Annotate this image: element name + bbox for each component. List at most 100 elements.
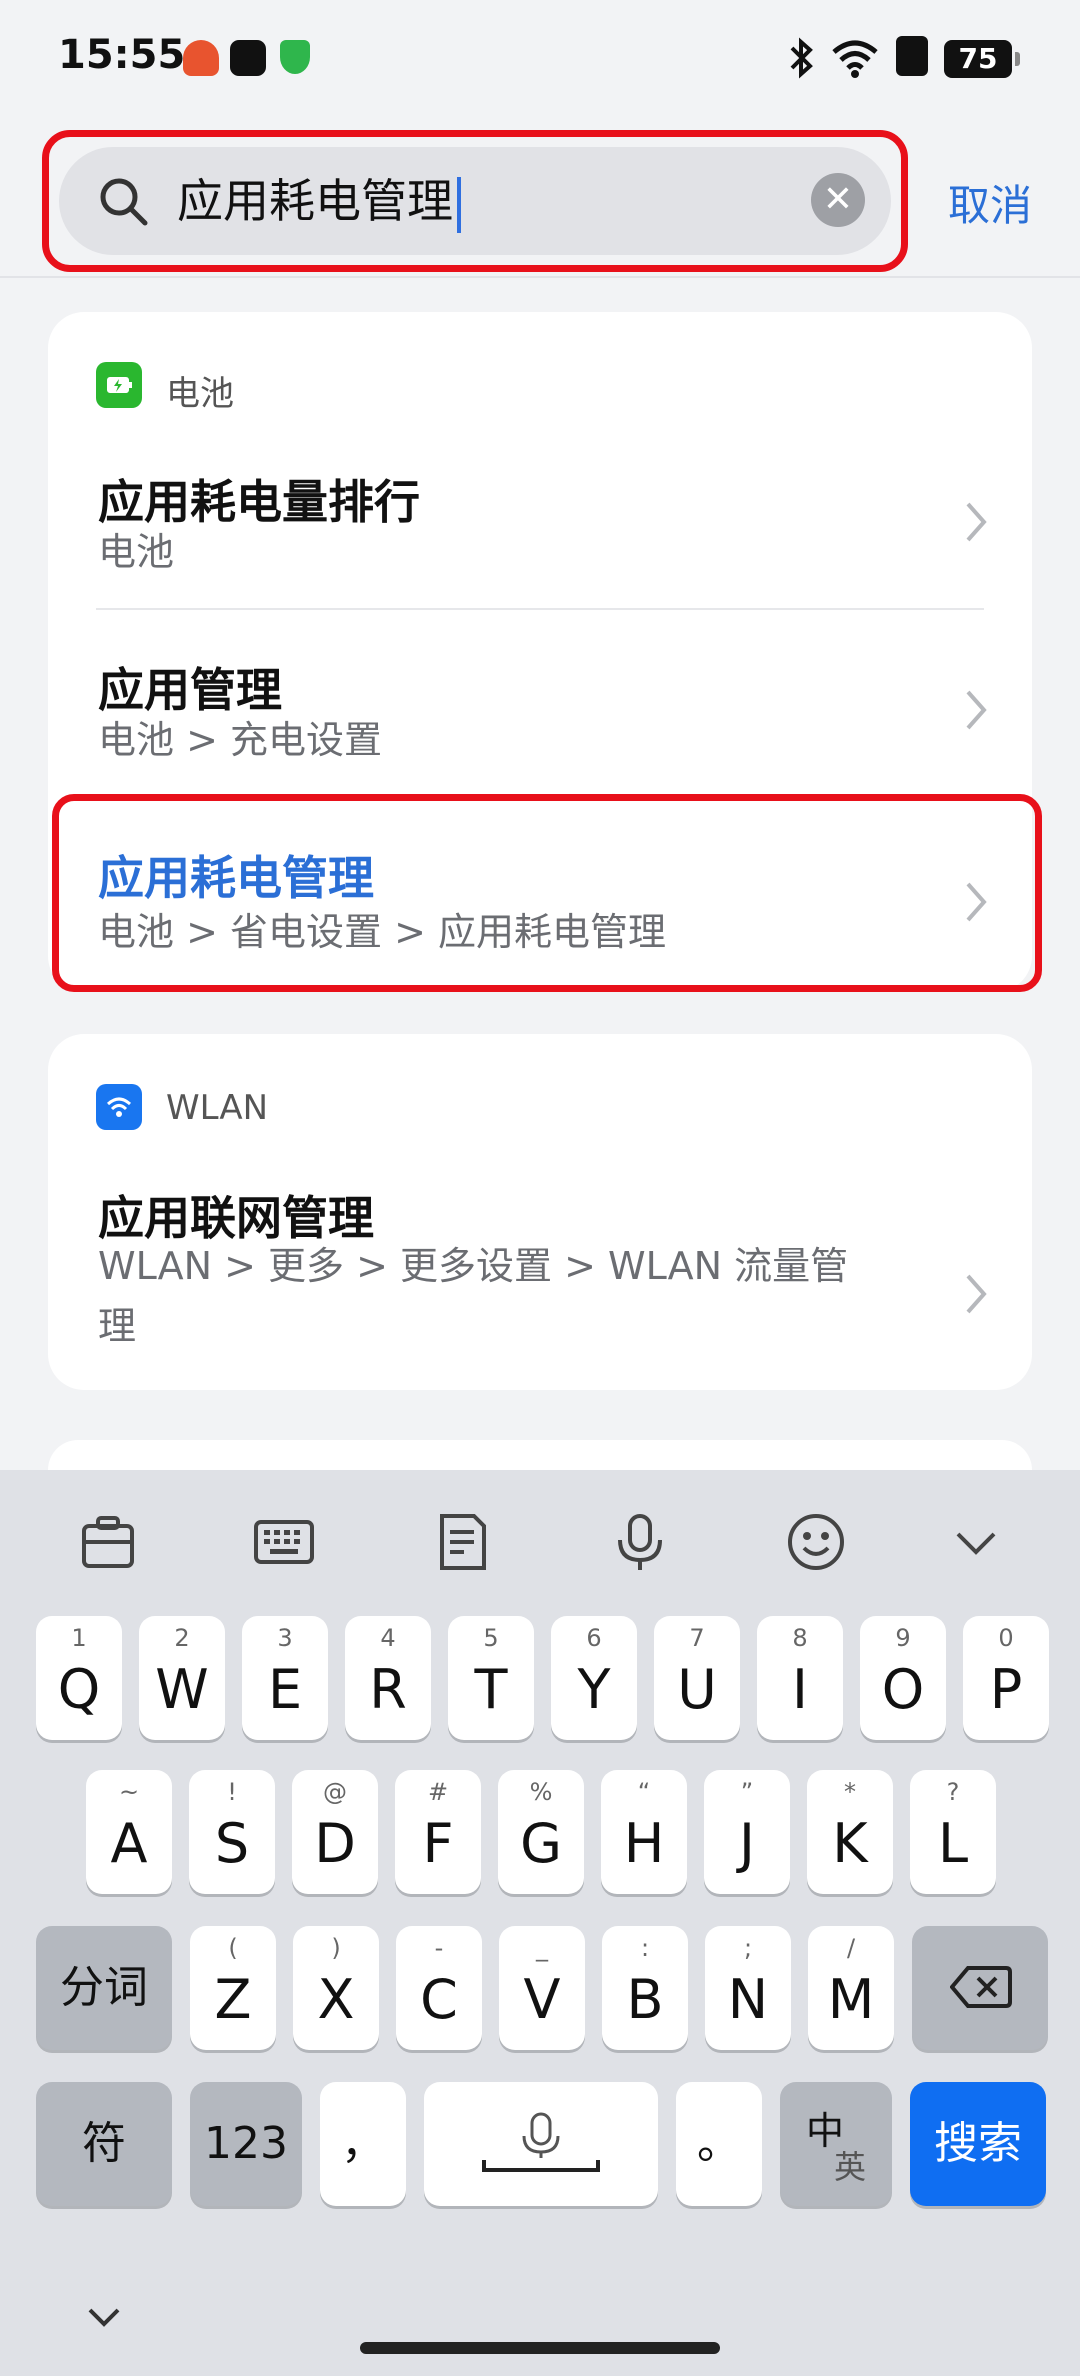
key-hint: ( (228, 1934, 238, 1962)
result-path: 电池 > 充电设置 (98, 718, 382, 762)
key-label: M (827, 1968, 875, 2031)
key-r[interactable]: 4R (345, 1616, 431, 1740)
key-label: J (739, 1812, 755, 1875)
search-icon (100, 178, 148, 226)
key-j[interactable]: ” J (704, 1770, 790, 1894)
search-query[interactable]: 应用耗电管理 (177, 169, 461, 233)
search-key[interactable]: 搜索 (910, 2082, 1046, 2206)
key-f[interactable]: # F (395, 1770, 481, 1894)
key-q[interactable]: 1Q (36, 1616, 122, 1740)
key-label: E (267, 1658, 303, 1721)
key-hint: ) (331, 1934, 341, 1962)
key-n[interactable]: ; N (705, 1926, 791, 2050)
keyboard-icon[interactable] (252, 1510, 316, 1574)
key-i[interactable]: 8I (757, 1616, 843, 1740)
search-input[interactable]: 应用耗电管理 ✕ (59, 147, 891, 255)
chevron-right-icon (966, 690, 987, 730)
tiktok-notification-icon (230, 40, 266, 76)
language-en-label: 英 (834, 2148, 867, 2186)
key-label: A (110, 1812, 148, 1875)
wifi-icon (832, 40, 878, 78)
key-hint: 4 (380, 1624, 396, 1652)
result-item[interactable]: 应用管理 电池 > 充电设置 (48, 630, 1032, 780)
home-indicator[interactable] (360, 2342, 720, 2354)
hide-keyboard-chevron-icon[interactable] (84, 2302, 124, 2332)
key-hint: 3 (277, 1624, 293, 1652)
status-time: 15:55 (58, 32, 186, 78)
key-o[interactable]: 9O (860, 1616, 946, 1740)
key-x[interactable]: ) X (293, 1926, 379, 2050)
comma-key-label: ， (341, 2118, 385, 2169)
key-z[interactable]: (Z (190, 1926, 276, 2050)
key-m[interactable]: / M (808, 1926, 894, 2050)
key-e[interactable]: 3E (242, 1616, 328, 1740)
document-icon[interactable] (430, 1510, 494, 1574)
collapse-keyboard-icon[interactable] (944, 1510, 1008, 1574)
key-hint: - (434, 1934, 444, 1962)
symbols-key-label: 符 (82, 2118, 126, 2169)
key-label: Y (577, 1658, 611, 1721)
key-label: X (317, 1968, 355, 2031)
result-path: WLAN > 更多 > 更多设置 > WLAN 流量管理 (98, 1244, 849, 1348)
key-label: N (727, 1968, 769, 2031)
key-hint: @ (323, 1778, 347, 1806)
key-b[interactable]: :B (602, 1926, 688, 2050)
comma-key[interactable]: ， (320, 2082, 406, 2206)
category-label: 电池 (166, 374, 234, 414)
microphone-icon[interactable] (608, 1510, 672, 1574)
chevron-right-icon (966, 502, 987, 542)
battery-icon (96, 362, 142, 408)
key-w[interactable]: 2W (139, 1616, 225, 1740)
key-v[interactable]: _ V (499, 1926, 585, 2050)
key-label: H (623, 1812, 665, 1875)
key-l[interactable]: ? L (910, 1770, 996, 1894)
key-t[interactable]: 5T (448, 1616, 534, 1740)
header-divider (0, 276, 1080, 278)
result-path: 电池 (98, 530, 175, 574)
key-hint: 1 (71, 1624, 87, 1652)
key-c[interactable]: -C (396, 1926, 482, 2050)
key-u[interactable]: 7U (654, 1616, 740, 1740)
backspace-key[interactable] (912, 1926, 1048, 2050)
key-h[interactable]: “H (601, 1770, 687, 1894)
space-key[interactable] (424, 2082, 658, 2206)
battery-indicator: 75 (944, 40, 1020, 78)
wlan-results-card: WLAN 应用联网管理 WLAN > 更多 > 更多设置 > WLAN 流量管理 (48, 1034, 1032, 1390)
key-p[interactable]: 0P (963, 1616, 1049, 1740)
clear-icon[interactable]: ✕ (811, 173, 865, 227)
result-highlight-frame (52, 794, 1042, 992)
key-label: U (677, 1658, 717, 1721)
key-hint: 2 (174, 1624, 190, 1652)
period-key-label: 。 (697, 2118, 741, 2169)
language-switch-key[interactable]: 中 英 (780, 2082, 892, 2206)
key-g[interactable]: % G (498, 1770, 584, 1894)
emoji-icon[interactable] (784, 1510, 848, 1574)
keyboard: 1Q2W3E4R5T6Y7U8I9O0P ~ A! S @ D # F% G “H” J * K? L … (0, 1470, 1080, 2376)
key-hint: * (844, 1778, 856, 1806)
key-k[interactable]: * K (807, 1770, 893, 1894)
period-key[interactable]: 。 (676, 2082, 762, 2206)
key-label: Q (57, 1658, 101, 1721)
key-label: Z (214, 1968, 252, 2031)
symbols-key[interactable]: 符 (36, 2082, 172, 2206)
voice-input-icon (482, 2112, 600, 2172)
no-sim-icon (896, 36, 928, 76)
key-hint: “ (637, 1778, 651, 1806)
key-label: P (989, 1658, 1023, 1721)
segment-key[interactable]: 分词 (36, 1926, 172, 2050)
key-a[interactable]: ~ A (86, 1770, 172, 1894)
cancel-button[interactable]: 取消 (948, 172, 1032, 233)
key-hint: 9 (895, 1624, 911, 1652)
result-item[interactable]: 应用联网管理 WLAN > 更多 > 更多设置 > WLAN 流量管理 (48, 1162, 1032, 1382)
numbers-key[interactable]: 123 (190, 2082, 302, 2206)
key-label: S (214, 1812, 250, 1875)
category-label: WLAN (166, 1088, 269, 1128)
clipboard-icon[interactable] (76, 1510, 140, 1574)
key-y[interactable]: 6Y (551, 1616, 637, 1740)
key-label: T (474, 1658, 508, 1721)
key-d[interactable]: @ D (292, 1770, 378, 1894)
result-item[interactable]: 应用耗电量排行 电池 (48, 442, 1032, 592)
key-label: F (422, 1812, 454, 1875)
key-hint: ~ (118, 1778, 140, 1806)
key-s[interactable]: ! S (189, 1770, 275, 1894)
